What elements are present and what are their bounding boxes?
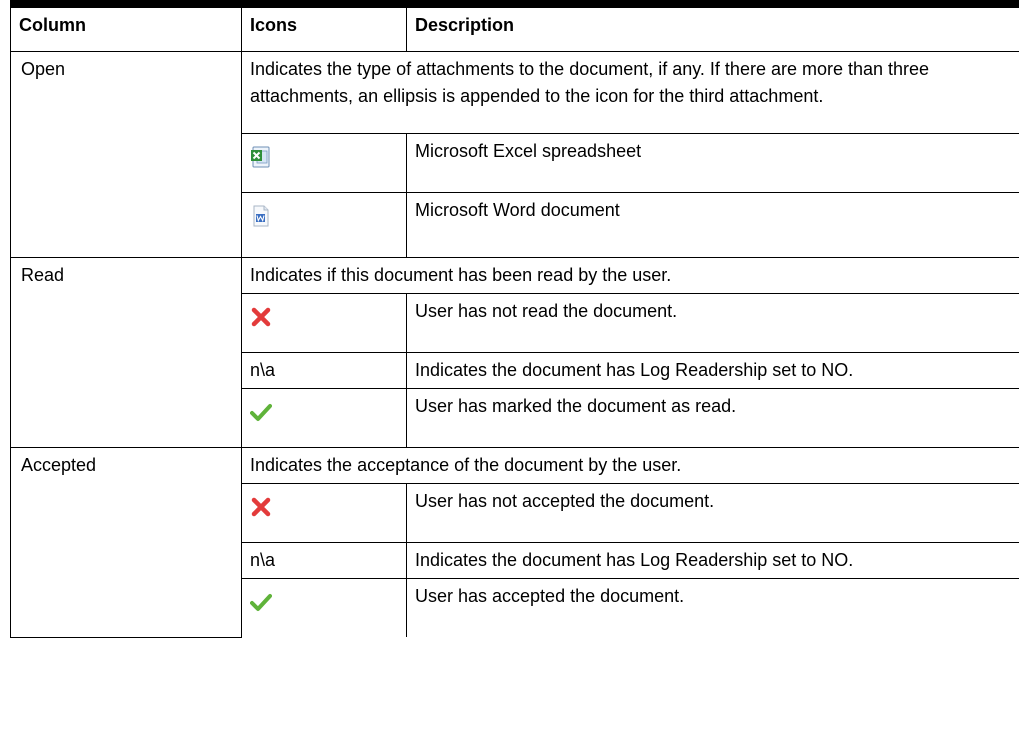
description-cell: User has not read the document. [406, 293, 1019, 353]
green-check-icon [250, 591, 272, 621]
top-rule [10, 0, 1019, 8]
header-description: Description [406, 8, 1019, 52]
open-description: Indicates the type of attachments to the… [241, 51, 1019, 134]
icon-cell [241, 133, 407, 193]
table-row: Accepted Indicates the acceptance of the… [10, 447, 1019, 638]
icon-cell [241, 293, 407, 353]
excel-file-icon [250, 146, 272, 176]
icon-cell [241, 388, 407, 448]
header-column: Column [10, 8, 242, 52]
row-label-read: Read [10, 257, 242, 448]
icon-text-cell: n\a [241, 542, 407, 579]
row-label-open: Open [10, 51, 242, 258]
icon-text-cell: n\a [241, 352, 407, 389]
header-row: Column Icons Description [10, 8, 1019, 52]
description-cell: Microsoft Word document [406, 192, 1019, 258]
header-icons: Icons [241, 8, 407, 52]
description-cell: Indicates the document has Log Readershi… [406, 542, 1019, 579]
word-file-icon [250, 205, 272, 235]
green-check-icon [250, 401, 272, 431]
icon-cell [241, 192, 407, 258]
description-cell: User has marked the document as read. [406, 388, 1019, 448]
description-cell: User has accepted the document. [406, 578, 1019, 637]
description-cell: Microsoft Excel spreadsheet [406, 133, 1019, 193]
icon-cell [241, 578, 407, 637]
red-x-icon [250, 496, 272, 526]
table-row: Open Indicates the type of attachments t… [10, 51, 1019, 258]
description-cell: Indicates the document has Log Readershi… [406, 352, 1019, 389]
red-x-icon [250, 306, 272, 336]
read-description: Indicates if this document has been read… [241, 257, 1019, 294]
accepted-description: Indicates the acceptance of the document… [241, 447, 1019, 484]
icons-reference-table: Column Icons Description Open Indicates … [10, 8, 1019, 638]
description-cell: User has not accepted the document. [406, 483, 1019, 543]
row-label-accepted: Accepted [10, 447, 242, 638]
icon-cell [241, 483, 407, 543]
table-row: Read Indicates if this document has been… [10, 257, 1019, 448]
